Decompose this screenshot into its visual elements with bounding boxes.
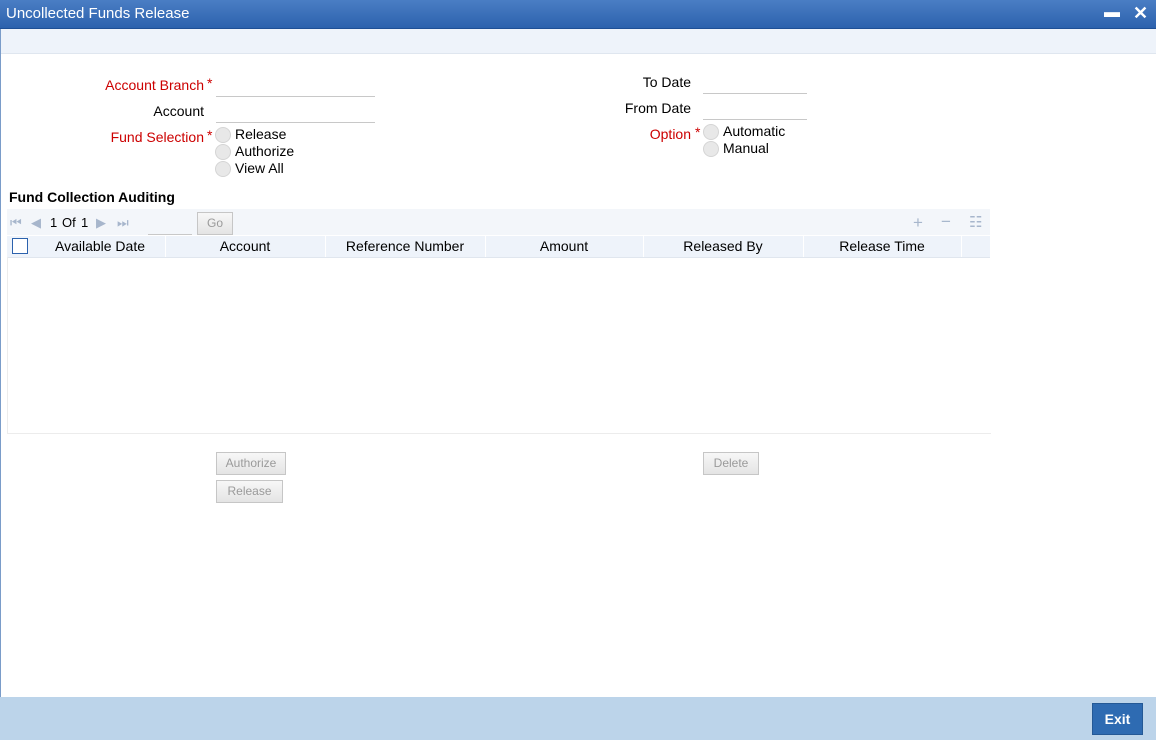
first-page-icon[interactable]: ⏮ [10, 215, 22, 231]
previous-page-icon[interactable]: ◀ [31, 215, 41, 231]
grid-body [7, 257, 991, 434]
pager-total: 1 [81, 215, 89, 230]
pager-of-label: Of [62, 215, 76, 230]
column-amount[interactable]: Amount [485, 236, 644, 257]
option-automatic-radio[interactable] [703, 124, 719, 140]
option-label: Option [649, 126, 691, 142]
single-view-icon[interactable]: ☷ [969, 213, 982, 231]
toolbar-strip [0, 29, 1156, 54]
account-branch-required: * [207, 75, 213, 91]
grid-header: Available Date Account Reference Number … [7, 236, 990, 258]
authorize-button[interactable]: Authorize [216, 452, 286, 475]
pager-current: 1 [50, 215, 58, 230]
column-released-by[interactable]: Released By [643, 236, 804, 257]
from-date-input[interactable] [703, 97, 807, 120]
account-branch-label: Account Branch [105, 77, 204, 93]
fund-selection-label: Fund Selection [110, 129, 204, 145]
close-icon[interactable]: ✕ [1133, 3, 1148, 24]
minimize-icon[interactable]: ▬ [1104, 4, 1120, 22]
fund-selection-release-radio[interactable] [215, 127, 231, 143]
add-row-icon[interactable]: + [913, 213, 923, 233]
option-manual-label: Manual [723, 140, 769, 156]
last-page-icon[interactable]: ⏭ [117, 215, 129, 231]
option-manual-radio[interactable] [703, 141, 719, 157]
window-title: Uncollected Funds Release [6, 5, 190, 22]
to-date-input[interactable] [703, 71, 807, 94]
delete-row-icon[interactable]: − [941, 212, 951, 232]
to-date-label: To Date [642, 74, 691, 90]
fund-selection-view-all-radio[interactable] [215, 161, 231, 177]
fund-selection-authorize-radio[interactable] [215, 144, 231, 160]
fund-collection-auditing-title: Fund Collection Auditing [9, 189, 175, 205]
from-date-label: From Date [624, 100, 691, 116]
account-label: Account [153, 103, 204, 119]
column-reference-number[interactable]: Reference Number [325, 236, 486, 257]
release-button[interactable]: Release [216, 480, 283, 503]
delete-button[interactable]: Delete [703, 452, 759, 475]
grid-toolbar: ⏮ ◀ 1 Of 1 ▶ ⏭ Go + − ☷ [7, 209, 990, 235]
column-available-date[interactable]: Available Date [35, 236, 166, 257]
fund-selection-authorize-label: Authorize [235, 143, 295, 159]
next-page-icon[interactable]: ▶ [96, 215, 106, 231]
fund-selection-release-label: Release [235, 126, 287, 142]
option-required: * [695, 124, 701, 140]
page-number-input[interactable] [148, 212, 192, 235]
exit-button[interactable]: Exit [1092, 703, 1143, 735]
go-button[interactable]: Go [197, 212, 233, 235]
fund-selection-required: * [207, 127, 213, 143]
account-branch-input[interactable] [216, 74, 375, 97]
fund-selection-view-all-label: View All [235, 160, 284, 176]
account-input[interactable] [216, 100, 375, 123]
column-release-time[interactable]: Release Time [803, 236, 962, 257]
select-all-checkbox[interactable] [12, 238, 28, 254]
footer-bar [0, 697, 1156, 740]
column-account[interactable]: Account [165, 236, 326, 257]
title-bar: Uncollected Funds Release ▬ ✕ [0, 0, 1156, 29]
option-automatic-label: Automatic [723, 123, 786, 139]
